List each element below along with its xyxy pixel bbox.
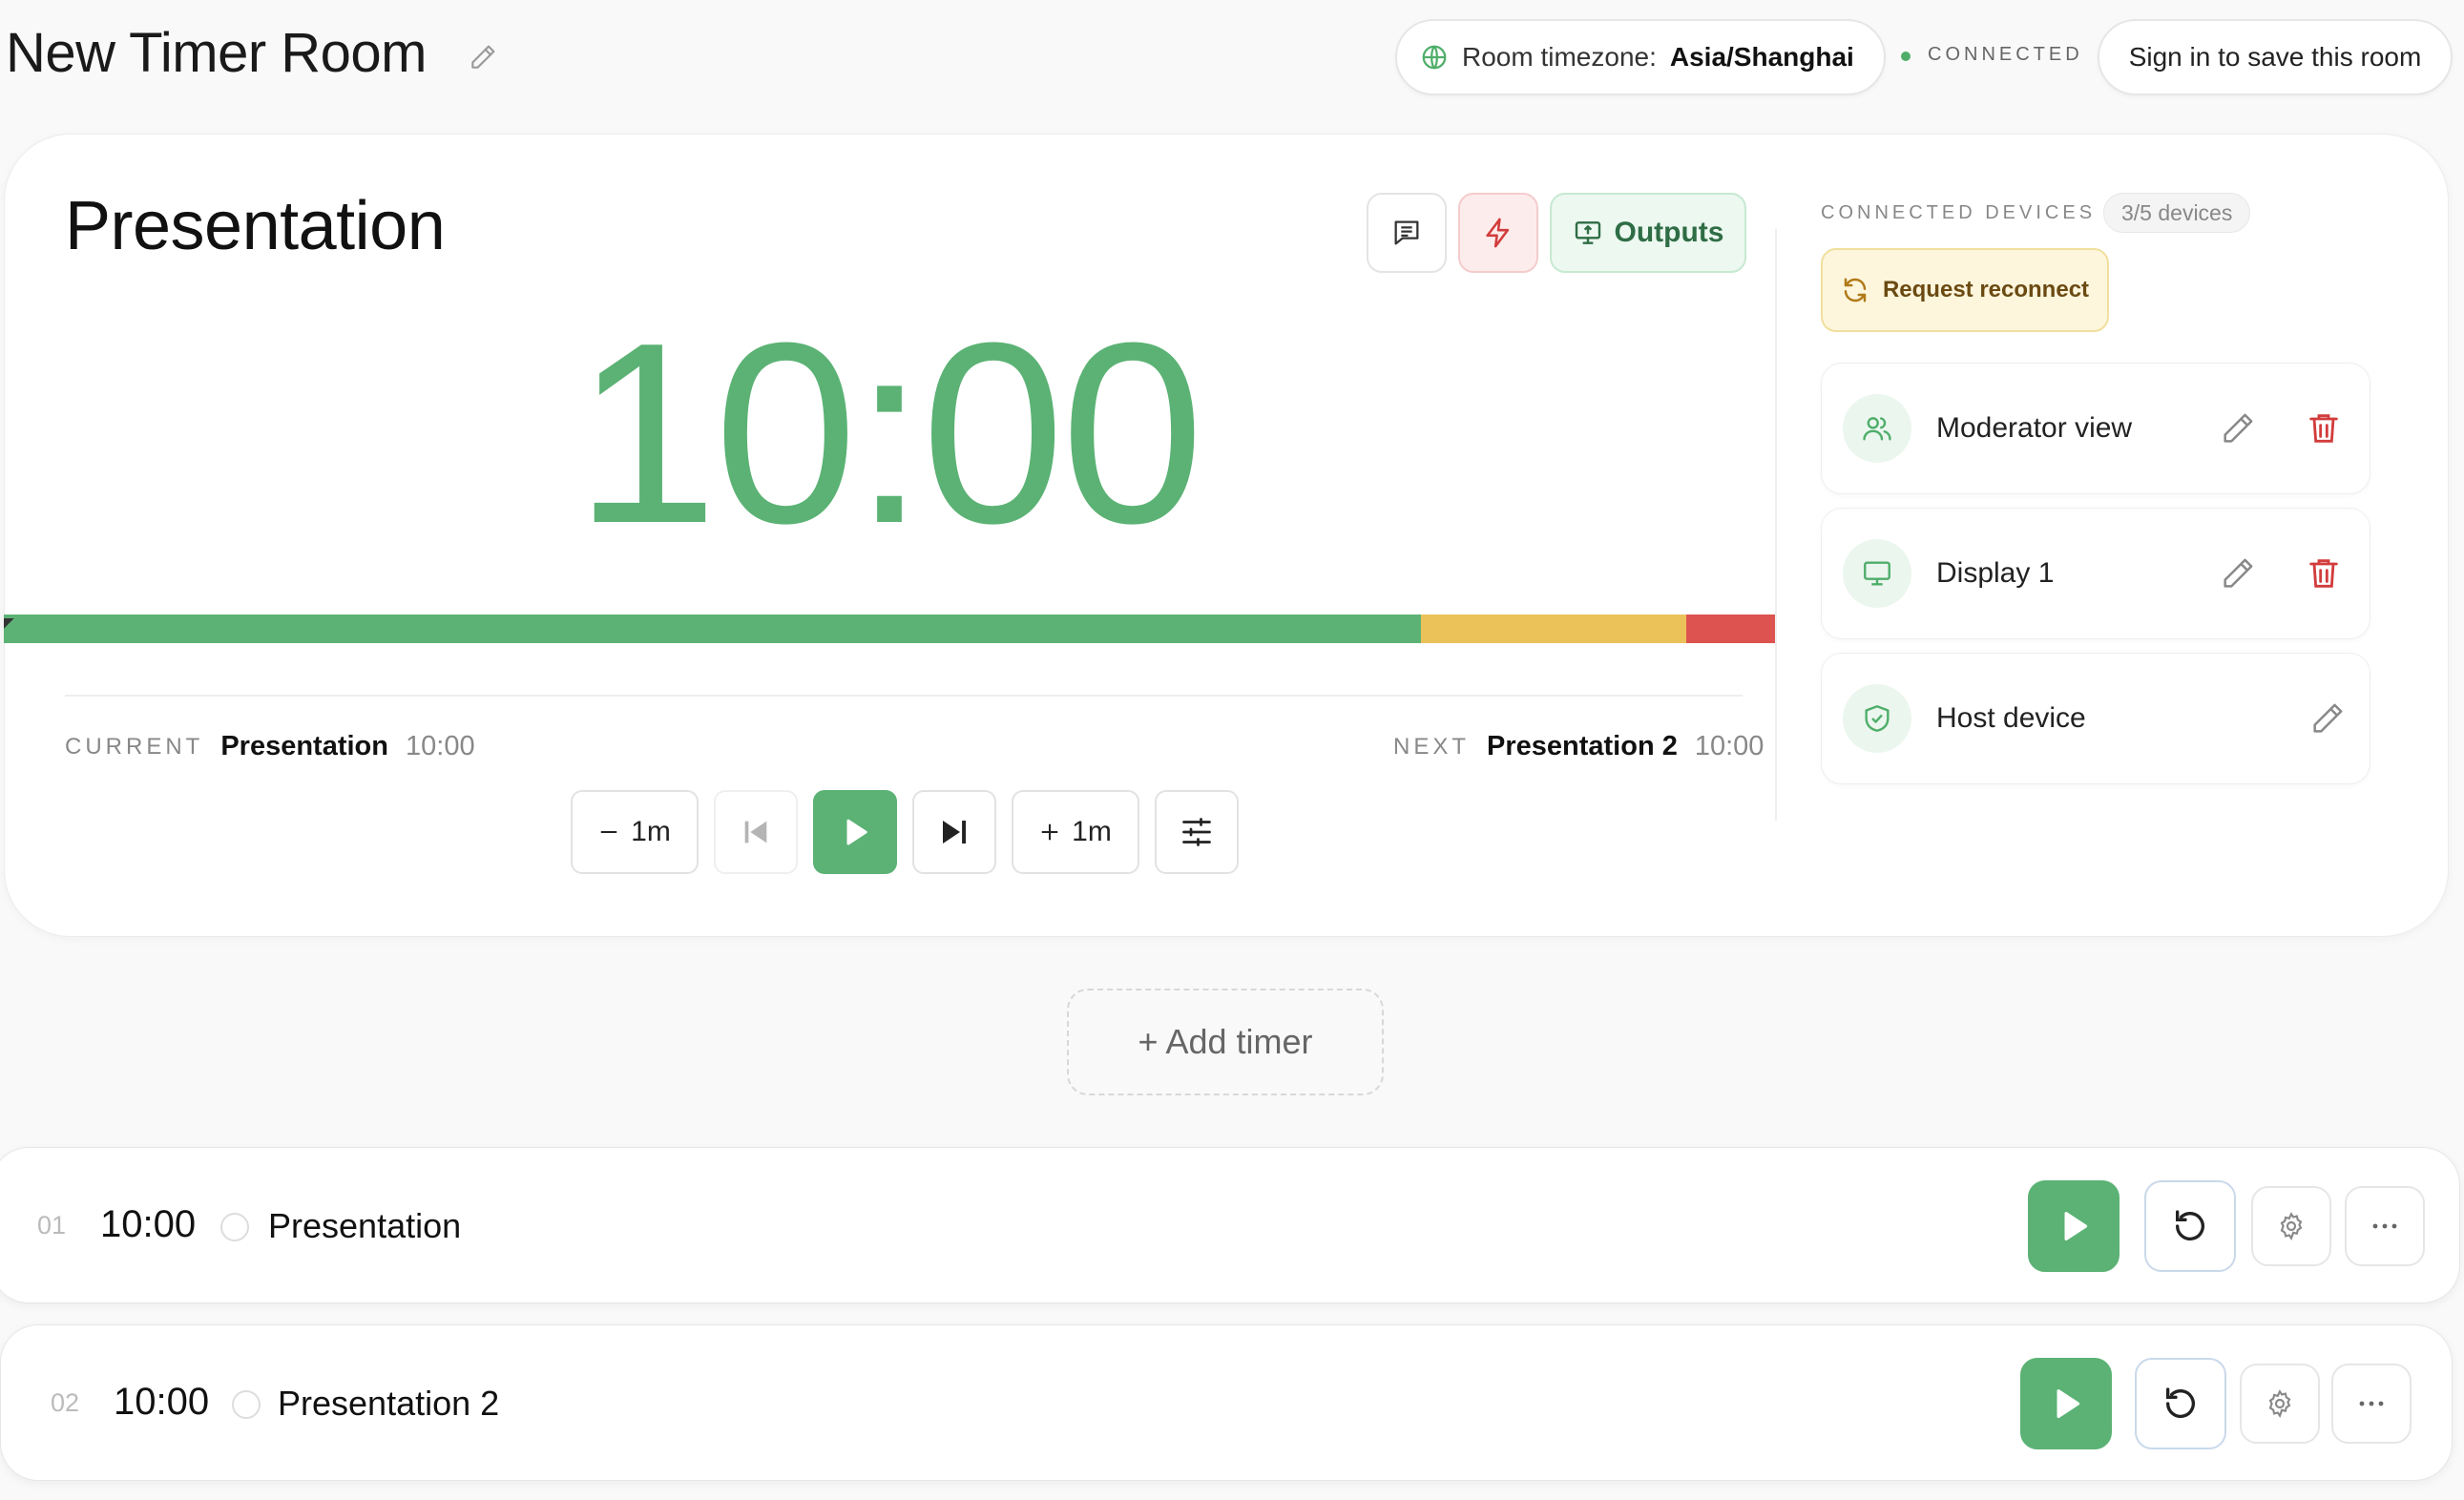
- skip-forward-icon: [937, 815, 971, 849]
- timer-status-circle[interactable]: [232, 1390, 261, 1419]
- timer-index: 01: [37, 1211, 67, 1240]
- progress-segment: [1420, 615, 1687, 643]
- edit-device-icon[interactable]: [2219, 409, 2257, 448]
- subtract-minute-button[interactable]: 1m: [571, 790, 699, 874]
- connection-status: CONNECTED: [1928, 44, 2083, 65]
- device-card-host-device: Host device: [1821, 653, 2370, 784]
- globe-icon: [1420, 43, 1449, 72]
- panel-divider: [1775, 229, 1777, 821]
- message-icon: [1390, 217, 1423, 249]
- timer-row[interactable]: 02 10:00 Presentation 2: [0, 1324, 2453, 1481]
- connected-devices-heading: CONNECTED DEVICES: [1821, 202, 2097, 223]
- edit-device-icon[interactable]: [2219, 554, 2257, 593]
- progress-bar: [4, 615, 1775, 643]
- sign-in-button[interactable]: Sign in to save this room: [2098, 19, 2453, 95]
- timer-settings-button[interactable]: [2251, 1186, 2331, 1266]
- next-name: Presentation 2: [1487, 731, 1678, 761]
- timer-play-button[interactable]: [2020, 1358, 2112, 1449]
- delete-device-icon[interactable]: [2305, 409, 2343, 448]
- subtract-minute-label: 1m: [631, 816, 671, 847]
- timer-more-button[interactable]: [2331, 1364, 2412, 1444]
- screen-share-icon: [1573, 218, 1603, 248]
- connection-dot: [1901, 52, 1911, 61]
- lightning-icon: [1482, 217, 1514, 249]
- timezone-label: Room timezone:: [1462, 42, 1657, 72]
- timer-settings-button[interactable]: [1155, 790, 1239, 874]
- next-key: NEXT: [1393, 733, 1471, 760]
- outputs-button[interactable]: Outputs: [1550, 193, 1746, 273]
- timer-more-button[interactable]: [2345, 1186, 2425, 1266]
- progress-segment: [1686, 615, 1775, 643]
- sliders-icon: [1180, 815, 1214, 849]
- device-card-moderator-view: Moderator view: [1821, 363, 2370, 494]
- edit-device-icon[interactable]: [2308, 699, 2347, 738]
- monitor-icon: [1843, 539, 1911, 608]
- reset-icon: [2161, 1385, 2200, 1423]
- message-button[interactable]: [1367, 193, 1447, 273]
- timer-play-button[interactable]: [2028, 1180, 2119, 1272]
- progress-segment: [4, 615, 1421, 643]
- device-label: Moderator view: [1936, 412, 2133, 444]
- refresh-icon: [1841, 276, 1869, 304]
- play-icon: [2048, 1385, 2084, 1422]
- timer-name: Presentation 2: [278, 1384, 500, 1423]
- timer-duration: 10:00: [100, 1203, 197, 1245]
- countdown-display: 10:00: [574, 290, 1204, 577]
- active-timer-name: Presentation: [65, 188, 446, 264]
- add-timer-button[interactable]: + Add timer: [1067, 989, 1384, 1095]
- divider: [65, 695, 1743, 697]
- users-icon: [1843, 394, 1911, 463]
- request-reconnect-button[interactable]: Request reconnect: [1821, 248, 2109, 332]
- delete-device-icon[interactable]: [2305, 554, 2343, 593]
- play-icon: [2056, 1208, 2092, 1244]
- edit-room-title-icon[interactable]: [468, 42, 498, 73]
- gear-icon: [2265, 1388, 2295, 1419]
- more-icon: [2357, 1400, 2386, 1407]
- timer-status-circle[interactable]: [220, 1213, 249, 1241]
- previous-button[interactable]: [714, 790, 798, 874]
- timer-row[interactable]: 01 10:00 Presentation: [0, 1147, 2460, 1303]
- timer-name: Presentation: [268, 1206, 462, 1245]
- shield-icon: [1843, 684, 1911, 753]
- next-duration: 10:00: [1694, 731, 1764, 761]
- room-title: New Timer Room: [6, 22, 427, 84]
- timer-settings-button[interactable]: [2240, 1364, 2320, 1444]
- add-minute-label: 1m: [1072, 816, 1112, 847]
- device-count-badge: 3/5 devices: [2103, 193, 2251, 233]
- device-card-display-1: Display 1: [1821, 508, 2370, 639]
- current-timer-info: CURRENT Presentation 10:00: [65, 731, 475, 762]
- more-icon: [2370, 1222, 2399, 1230]
- timezone-value: Asia/Shanghai: [1669, 42, 1854, 72]
- timer-duration: 10:00: [114, 1381, 210, 1423]
- timer-index: 02: [51, 1388, 80, 1417]
- progress-marker: ◤: [4, 615, 14, 630]
- play-button[interactable]: [813, 790, 897, 874]
- next-timer-info: NEXT Presentation 2 10:00: [1393, 731, 1764, 762]
- timer-reset-button[interactable]: [2135, 1358, 2226, 1449]
- current-key: CURRENT: [65, 733, 204, 760]
- timer-reset-button[interactable]: [2144, 1180, 2236, 1272]
- next-button[interactable]: [912, 790, 996, 874]
- skip-back-icon: [740, 816, 772, 848]
- outputs-label: Outputs: [1614, 217, 1724, 248]
- gear-icon: [2276, 1211, 2307, 1241]
- play-icon: [839, 816, 871, 848]
- current-duration: 10:00: [406, 731, 475, 761]
- device-label: Display 1: [1936, 557, 2055, 589]
- plus-icon: [1039, 822, 1060, 843]
- timezone-pill[interactable]: Room timezone: Asia/Shanghai: [1395, 19, 1886, 95]
- reset-icon: [2171, 1207, 2209, 1245]
- device-label: Host device: [1936, 702, 2086, 734]
- minus-icon: [598, 822, 619, 843]
- flash-button[interactable]: [1458, 193, 1538, 273]
- add-minute-button[interactable]: 1m: [1012, 790, 1139, 874]
- current-name: Presentation: [220, 731, 388, 761]
- request-reconnect-label: Request reconnect: [1882, 277, 2090, 302]
